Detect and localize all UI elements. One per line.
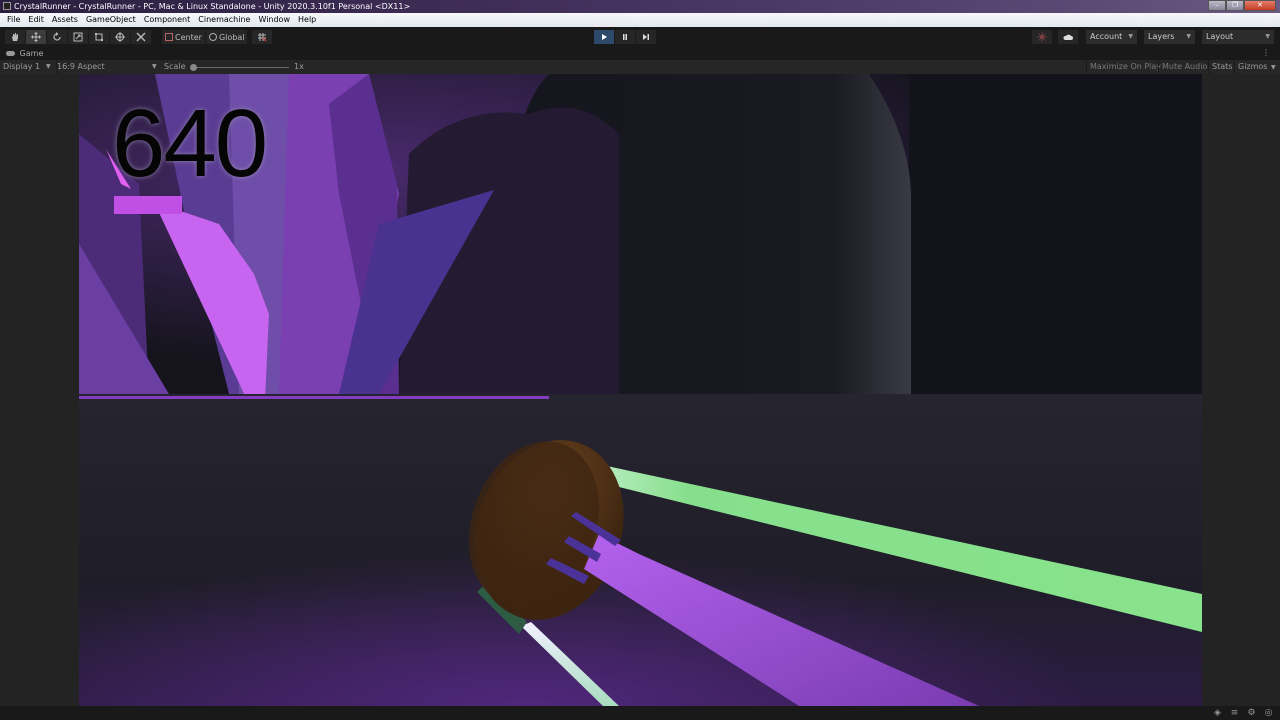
pause-button[interactable] <box>615 30 636 44</box>
transform-icon <box>115 32 125 42</box>
scale-label: Scale <box>164 62 186 71</box>
game-view-toolbar: Display 1 ▼ 16:9 Aspect ▼ Scale 1x Maxim… <box>0 60 1280 74</box>
scale-icon <box>73 32 83 42</box>
cloud-button[interactable] <box>1058 30 1079 44</box>
rect-tool-button[interactable] <box>89 30 110 44</box>
status-icon[interactable]: ◎ <box>1263 708 1274 718</box>
collab-icon <box>1037 32 1047 42</box>
globe-icon <box>208 33 217 41</box>
rotate-icon <box>53 32 61 41</box>
display-dropdown[interactable]: Display 1 ▼ <box>3 60 53 74</box>
menu-file[interactable]: File <box>3 13 24 27</box>
menu-help[interactable]: Help <box>294 13 320 27</box>
hand-tool-button[interactable] <box>5 30 26 44</box>
collab-group <box>1032 30 1053 44</box>
scale-slider-handle[interactable] <box>190 64 197 71</box>
pivot-rotation-toggle[interactable]: Global <box>206 30 249 44</box>
display-label: Display 1 <box>3 62 41 71</box>
window-title: CrystalRunner - CrystalRunner - PC, Mac … <box>14 2 411 11</box>
aspect-dropdown[interactable]: 16:9 Aspect ▼ <box>56 60 160 74</box>
menu-component[interactable]: Component <box>140 13 194 27</box>
custom-tool-button[interactable] <box>131 30 152 44</box>
pivot-mode-label: Center <box>175 32 202 42</box>
transform-tools <box>5 30 152 44</box>
scale-slider-track[interactable] <box>194 67 289 68</box>
main-toolbar: Center Global Account ▼ Layers ▼ Layout … <box>0 27 1280 47</box>
gizmos-dropdown-arrow[interactable]: ▼ <box>1268 60 1279 74</box>
layers-label: Layers <box>1148 32 1175 41</box>
tab-menu-icon[interactable]: ⋮ <box>1262 49 1270 57</box>
account-dropdown[interactable]: Account ▼ <box>1086 30 1137 44</box>
chevron-down-icon: ▼ <box>1265 33 1270 40</box>
pause-icon <box>623 34 627 40</box>
progress-icon[interactable]: ◈ <box>1212 708 1223 718</box>
status-bar: ◈ ≡ ⚙ ◎ <box>0 706 1280 720</box>
mute-audio-toggle[interactable]: Mute Audio <box>1158 60 1210 74</box>
account-label: Account <box>1090 32 1123 41</box>
transform-tool-button[interactable] <box>110 30 131 44</box>
unity-app-icon <box>3 2 11 10</box>
menu-bar: File Edit Assets GameObject Component Ci… <box>0 13 1280 27</box>
cave-wall-right <box>909 74 1202 394</box>
collab-button[interactable] <box>1032 30 1053 44</box>
menu-window[interactable]: Window <box>254 13 294 27</box>
pivot-rotation-label: Global <box>218 32 245 42</box>
stats-toggle[interactable]: Stats <box>1208 60 1235 74</box>
scale-tool-button[interactable] <box>68 30 89 44</box>
tools-icon <box>136 32 146 42</box>
layers-dropdown[interactable]: Layers ▼ <box>1144 30 1195 44</box>
pivot-mode-toggle[interactable]: Center <box>162 30 206 44</box>
step-button[interactable] <box>636 30 657 44</box>
scale-value: 1x <box>294 62 304 71</box>
play-button[interactable] <box>594 30 615 44</box>
pivot-toggles: Center Global <box>162 30 249 44</box>
grid-snap-button[interactable] <box>252 30 273 44</box>
maximize-on-play-toggle[interactable]: Maximize On Play <box>1086 60 1164 74</box>
crystal-floor-glow <box>79 396 549 399</box>
chevron-down-icon: ▼ <box>46 63 51 70</box>
chevron-down-icon: ▼ <box>1186 33 1191 40</box>
game-view-icon <box>6 51 15 56</box>
menu-assets[interactable]: Assets <box>48 13 82 27</box>
cloud-group <box>1058 30 1079 44</box>
layout-dropdown[interactable]: Layout ▼ <box>1202 30 1274 44</box>
game-tab[interactable]: Game ⋮ <box>0 47 1280 60</box>
grid-snap-icon <box>258 33 267 42</box>
layout-label: Layout <box>1206 32 1234 41</box>
rotate-tool-button[interactable] <box>47 30 68 44</box>
floor-glow <box>79 394 1202 706</box>
chevron-down-icon: ▼ <box>1271 64 1276 71</box>
step-icon <box>643 34 649 40</box>
chevron-down-icon: ▼ <box>1128 33 1133 40</box>
chevron-down-icon: ▼ <box>152 63 157 70</box>
rect-icon <box>95 33 103 41</box>
play-icon <box>602 34 607 40</box>
cache-icon[interactable]: ⚙ <box>1246 708 1257 718</box>
move-tool-button[interactable] <box>26 30 47 44</box>
snap-group <box>252 30 273 44</box>
minimize-button[interactable]: – <box>1208 0 1226 11</box>
window-title-bar: CrystalRunner - CrystalRunner - PC, Mac … <box>0 0 1280 13</box>
menu-edit[interactable]: Edit <box>24 13 48 27</box>
menu-cinemachine[interactable]: Cinemachine <box>194 13 254 27</box>
stack-icon[interactable]: ≡ <box>1229 708 1240 718</box>
gizmos-toggle[interactable]: Gizmos <box>1234 60 1270 74</box>
game-tab-label: Game <box>19 49 44 58</box>
score-underline-bar <box>114 196 182 214</box>
score-counter: 640 <box>112 90 268 197</box>
game-render-view[interactable]: 640 <box>79 74 1202 706</box>
close-button[interactable]: ✕ <box>1244 0 1276 11</box>
cloud-icon <box>1063 34 1073 40</box>
menu-gameobject[interactable]: GameObject <box>82 13 140 27</box>
restore-button[interactable]: ❐ <box>1226 0 1244 11</box>
aspect-label: 16:9 Aspect <box>57 62 105 71</box>
center-icon <box>165 33 173 41</box>
playmode-controls <box>594 30 657 44</box>
move-icon <box>31 32 41 42</box>
hand-icon <box>12 33 18 41</box>
